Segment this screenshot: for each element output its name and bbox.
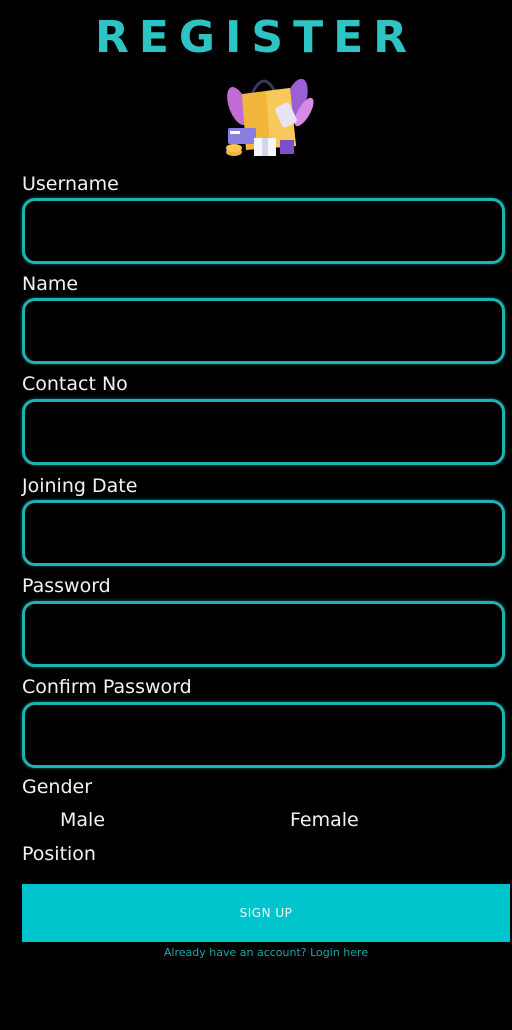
- login-prompt-line: Already have an account? Login here: [0, 944, 512, 962]
- contact-input[interactable]: [22, 399, 505, 465]
- contact-label: Contact No: [22, 373, 128, 395]
- position-label: Position: [22, 843, 96, 865]
- joining-date-input[interactable]: [22, 500, 505, 566]
- confirm-password-input[interactable]: [22, 702, 505, 768]
- shopping-bag-logo-icon: [218, 64, 314, 164]
- password-label: Password: [22, 575, 111, 597]
- name-input[interactable]: [22, 298, 505, 364]
- confirm-password-label: Confirm Password: [22, 676, 192, 698]
- gender-option-male[interactable]: Male: [60, 808, 105, 832]
- page-title: REGISTER: [94, 12, 418, 63]
- joining-date-label: Joining Date: [22, 475, 138, 497]
- name-label: Name: [22, 273, 79, 295]
- username-input[interactable]: [22, 198, 505, 264]
- password-input[interactable]: [22, 601, 505, 667]
- gender-label: Gender: [22, 776, 93, 798]
- username-label: Username: [22, 173, 119, 195]
- gender-option-female[interactable]: Female: [290, 808, 359, 832]
- signup-button[interactable]: SIGN UP: [22, 884, 510, 942]
- login-prompt-text: Already have an account?: [163, 946, 307, 959]
- login-link[interactable]: Login here: [310, 946, 368, 959]
